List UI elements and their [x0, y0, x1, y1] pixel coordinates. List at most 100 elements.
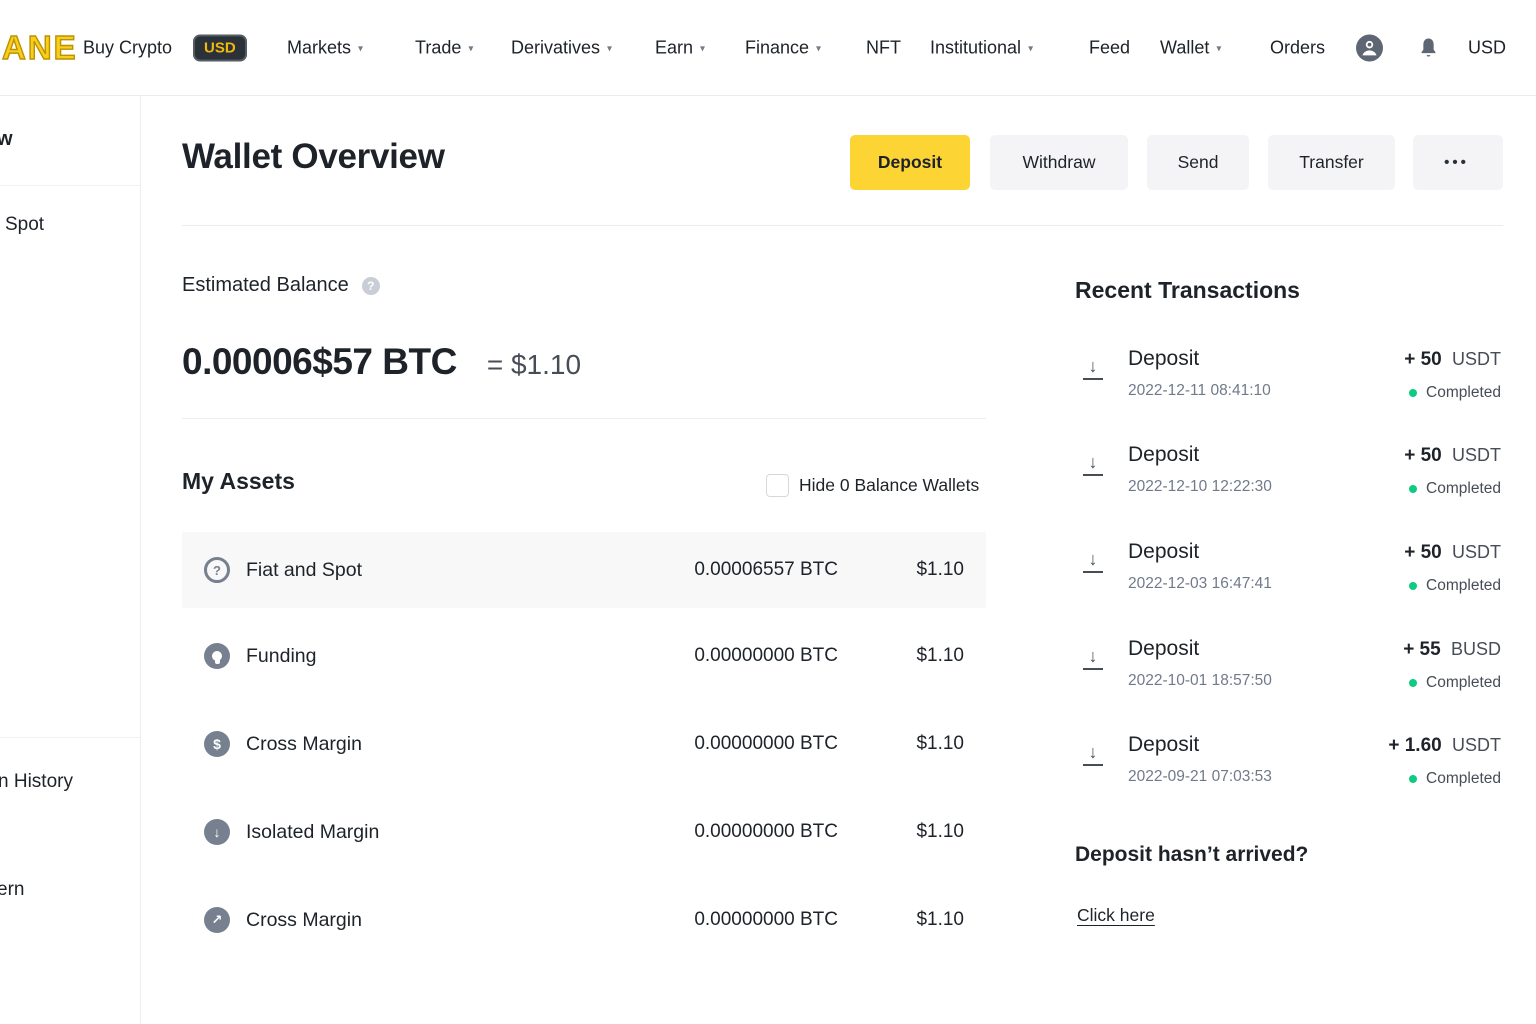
- nav-item-label: NFT: [866, 37, 901, 58]
- amount-value: + 55: [1403, 639, 1441, 660]
- transaction-status: Completed: [1409, 577, 1501, 595]
- download-arrow-icon: [1083, 355, 1103, 380]
- transaction-status: Completed: [1409, 384, 1501, 402]
- asset-name: Cross Margin: [246, 909, 362, 932]
- buy-crypto-currency-badge[interactable]: USD: [193, 34, 247, 61]
- checkbox[interactable]: [766, 474, 789, 497]
- hide-zero-balance-toggle[interactable]: Hide 0 Balance Wallets: [766, 474, 979, 497]
- status-dot-icon: [1409, 485, 1417, 493]
- transaction-type: Deposit: [1128, 443, 1199, 467]
- page-title: Wallet Overview: [182, 137, 445, 177]
- estimated-balance-section: Estimated Balance ?: [182, 274, 380, 297]
- nav-item-label: Wallet: [1160, 37, 1209, 58]
- nav-item-label: Feed: [1089, 37, 1130, 58]
- nav-item-feed[interactable]: Feed: [1089, 37, 1130, 58]
- estimated-balance-label: Estimated Balance: [182, 274, 349, 297]
- transaction-type: Deposit: [1128, 637, 1199, 661]
- transaction-row[interactable]: Deposit 2022-12-03 16:47:41 + 50 USDT Co…: [1075, 538, 1503, 610]
- asset-row-isolated-margin[interactable]: Isolated Margin 0.00000000 BTC $1.10: [182, 794, 986, 870]
- divider: [0, 185, 140, 186]
- nav-item-nft[interactable]: NFT: [866, 37, 901, 58]
- asset-row-cross-margin-2[interactable]: Cross Margin 0.00000000 BTC $1.10: [182, 882, 986, 958]
- asset-row-cross-margin[interactable]: Cross Margin 0.00000000 BTC $1.10: [182, 706, 986, 782]
- asset-btc-value: 0.00006557 BTC: [694, 559, 838, 581]
- asset-row-funding[interactable]: Funding 0.00000000 BTC $1.10: [182, 618, 986, 694]
- status-dot-icon: [1409, 582, 1417, 590]
- transfer-button[interactable]: Transfer: [1268, 135, 1395, 190]
- transaction-status: Completed: [1409, 770, 1501, 788]
- download-arrow-icon: [1083, 548, 1103, 573]
- transaction-datetime: 2022-12-10 12:22:30: [1128, 478, 1272, 496]
- asset-row-fiat-and-spot[interactable]: Fiat and Spot 0.00006557 BTC $1.10: [182, 532, 986, 608]
- nav-item-label: Trade: [415, 37, 461, 58]
- hide-zero-balance-label: Hide 0 Balance Wallets: [799, 475, 979, 496]
- sidebar-item-earn[interactable]: ern: [0, 879, 24, 901]
- binance-wallet-overview-page: ANE Buy Crypto USD Markets ▾ Trade ▾ Der…: [0, 0, 1536, 1024]
- transaction-type: Deposit: [1128, 540, 1199, 564]
- more-actions-button[interactable]: •••: [1413, 135, 1503, 190]
- sidebar-item-transaction-history[interactable]: n History: [0, 771, 73, 793]
- nav-item-label: Derivatives: [511, 37, 600, 58]
- amount-value: + 50: [1404, 445, 1442, 466]
- status-label: Completed: [1426, 480, 1501, 498]
- deposit-button[interactable]: Deposit: [850, 135, 970, 190]
- transaction-row[interactable]: Deposit 2022-12-11 08:41:10 + 50 USDT Co…: [1075, 345, 1503, 417]
- amount-value: + 50: [1404, 542, 1442, 563]
- nav-item-markets[interactable]: Markets ▾: [287, 37, 363, 58]
- amount-currency: USDT: [1452, 349, 1501, 369]
- nav-item-orders[interactable]: Orders: [1270, 37, 1325, 58]
- amount-value: + 50: [1404, 349, 1442, 370]
- chevron-down-icon: ▾: [468, 43, 473, 54]
- wallet-sidebar: w Spot n History ern: [0, 96, 141, 1024]
- nav-item-label: Markets: [287, 37, 351, 58]
- nav-currency-selector[interactable]: USD: [1468, 37, 1506, 58]
- divider: [182, 418, 986, 419]
- nav-item-wallet[interactable]: Wallet ▾: [1160, 37, 1221, 58]
- transaction-amount: + 50 USDT: [1404, 349, 1501, 371]
- status-label: Completed: [1426, 577, 1501, 595]
- nav-item-trade[interactable]: Trade ▾: [415, 37, 473, 58]
- nav-item-finance[interactable]: Finance ▾: [745, 37, 821, 58]
- balance-fiat-equivalent: = $1.10: [487, 349, 581, 381]
- nav-item-earn[interactable]: Earn ▾: [655, 37, 705, 58]
- transaction-row[interactable]: Deposit 2022-09-21 07:03:53 + 1.60 USDT …: [1075, 731, 1503, 803]
- sidebar-item-spot[interactable]: Spot: [5, 214, 44, 236]
- status-dot-icon: [1409, 389, 1417, 397]
- transaction-row[interactable]: Deposit 2022-10-01 18:57:50 + 55 BUSD Co…: [1075, 635, 1503, 707]
- transaction-datetime: 2022-10-01 18:57:50: [1128, 672, 1272, 690]
- question-circle-icon[interactable]: ?: [362, 277, 380, 295]
- nav-item-label: Institutional: [930, 37, 1021, 58]
- nav-item-label: Orders: [1270, 37, 1325, 58]
- transaction-amount: + 55 BUSD: [1403, 639, 1501, 661]
- bell-icon[interactable]: [1419, 37, 1438, 59]
- asset-btc-value: 0.00000000 BTC: [694, 645, 838, 667]
- transaction-row[interactable]: Deposit 2022-12-10 12:22:30 + 50 USDT Co…: [1075, 441, 1503, 513]
- nav-item-buy-crypto[interactable]: Buy Crypto: [83, 37, 172, 58]
- transaction-datetime: 2022-12-03 16:47:41: [1128, 575, 1272, 593]
- amount-currency: USDT: [1452, 735, 1501, 755]
- balance-amount: 0.00006$57 BTC: [182, 341, 457, 383]
- status-label: Completed: [1426, 770, 1501, 788]
- transaction-status: Completed: [1409, 480, 1501, 498]
- deposit-help-link[interactable]: Click here: [1077, 905, 1155, 926]
- status-dot-icon: [1409, 679, 1417, 687]
- asset-btc-value: 0.00000000 BTC: [694, 733, 838, 755]
- asset-usd-value: $1.10: [916, 821, 964, 843]
- user-circle-icon[interactable]: [1356, 34, 1383, 61]
- question-ring-icon: [204, 557, 230, 583]
- amount-value: + 1.60: [1388, 735, 1441, 756]
- asset-usd-value: $1.10: [916, 559, 964, 581]
- asset-usd-value: $1.10: [916, 909, 964, 931]
- nav-item-label: Earn: [655, 37, 693, 58]
- send-button[interactable]: Send: [1147, 135, 1249, 190]
- binance-logo[interactable]: ANE: [2, 29, 78, 67]
- amount-currency: USDT: [1452, 542, 1501, 562]
- nav-item-derivatives[interactable]: Derivatives ▾: [511, 37, 612, 58]
- amount-currency: BUSD: [1451, 639, 1501, 659]
- funding-bulb-icon: [204, 643, 230, 669]
- withdraw-button[interactable]: Withdraw: [990, 135, 1128, 190]
- divider: [182, 225, 1503, 226]
- sidebar-item-overview[interactable]: w: [0, 128, 13, 151]
- nav-item-institutional[interactable]: Institutional ▾: [930, 37, 1033, 58]
- chevron-down-icon: ▾: [358, 43, 363, 54]
